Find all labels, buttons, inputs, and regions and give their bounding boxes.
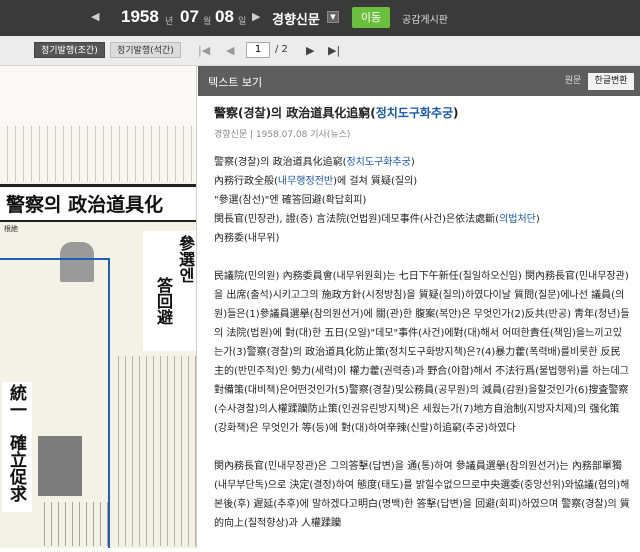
chevron-down-icon[interactable]: ▼	[327, 11, 339, 23]
scan-big2: 確立促求	[6, 434, 26, 502]
edition-toolbar: 정기발행(조간) 정기발행(석간) |◀ ◀ 1 / 2 ▶ ▶|	[0, 36, 640, 66]
paragraph-1: 民議院(민의원) 內務委員會(내무위원회)는 七日下午新任(칠일하오신임) 閔內…	[214, 271, 630, 434]
next-date-icon[interactable]: ▶	[252, 10, 260, 23]
original-text-button[interactable]: 원문	[558, 73, 588, 90]
lead-line: "參選(참선)"엔 確答回避(확답회피)	[214, 195, 367, 206]
article-text: 警察(경찰)의 政治道具化追窮(정치도구화추궁) 內務行政全般(내무행정전반)에…	[214, 153, 630, 533]
year-unit: 년	[165, 17, 174, 27]
board-link[interactable]: 공감게시판	[402, 11, 448, 26]
last-page-icon[interactable]: ▶|	[328, 44, 340, 57]
panel-header: 텍스트 보기 원문 한글변환	[198, 66, 640, 96]
month-unit: 월	[203, 17, 212, 27]
lead-line: 閔長官(민장관), 證(증) 言法院(언법원)데모事件(사건)은依法處斷(의법처…	[214, 214, 540, 225]
lead-line: 內務委(내무위)	[214, 233, 280, 244]
scan-sub2: 答回避	[154, 277, 173, 325]
text-view-panel: 텍스트 보기 원문 한글변환 警察(경찰)의 政治道具化追窮(정치도구화추궁) …	[198, 66, 640, 548]
panel-title: 텍스트 보기	[208, 76, 263, 89]
newspaper-select[interactable]: 경향신문	[272, 9, 320, 28]
paragraph-2: 閔內務長官(민내무장관)은 그의答擊(답변)을 通(통)하여 參議員選擧(참의원…	[214, 461, 630, 529]
month-value[interactable]: 07	[180, 7, 199, 27]
top-navigation-bar: ◀ 1958 년 07 월 08 일 ▶ 경향신문 ▼ 이동 공감게시판	[0, 0, 640, 36]
first-page-icon[interactable]: |◀	[198, 44, 210, 57]
page-number-input[interactable]: 1	[246, 42, 270, 58]
article-title: 警察(경찰)의 政治道具化追窮(정치도구화추궁)	[214, 106, 459, 120]
lead-line: 內務行政全般(내무행정전반)에 걸쳐 質疑(질의)	[214, 176, 418, 187]
scan-big1: 統一	[6, 384, 26, 418]
tab-evening-edition[interactable]: 정기발행(석간)	[110, 42, 181, 58]
next-page-icon[interactable]: ▶	[306, 44, 314, 57]
scan-headline: 警察의 政治道具化	[6, 194, 164, 216]
article-body: 警察(경찰)의 政治道具化追窮(정치도구화추궁) 경향신문 | 1958.07.…	[214, 104, 630, 552]
tab-morning-edition[interactable]: 정기발행(조간)	[34, 42, 105, 58]
hangul-convert-button[interactable]: 한글변환	[588, 73, 634, 90]
page-total: / 2	[275, 44, 288, 55]
article-meta: 경향신문 | 1958.07.08 기사(뉴스)	[214, 130, 351, 140]
lead-line: 警察(경찰)의 政治道具化追窮(정치도구화추궁)	[214, 157, 415, 168]
newspaper-scan[interactable]: 警察의 政治道具化 根絶 參選엔 答回避 統一 確立促求	[0, 66, 197, 548]
portrait-photo-2	[38, 436, 82, 496]
year-value[interactable]: 1958	[121, 7, 159, 27]
lead-block: 警察(경찰)의 政治道具化追窮(정치도구화추궁) 內務行政全般(내무행정전반)에…	[214, 153, 630, 248]
scan-sub1: 參選엔	[176, 235, 195, 283]
scan-kicker: 根絶	[4, 225, 18, 233]
headline-banner: 警察의 政治道具化	[0, 188, 196, 222]
prev-page-icon[interactable]: ◀	[226, 44, 234, 57]
go-button[interactable]: 이동	[352, 7, 390, 28]
prev-date-icon[interactable]: ◀	[91, 10, 99, 23]
day-value[interactable]: 08	[215, 7, 234, 27]
day-unit: 일	[238, 17, 247, 27]
